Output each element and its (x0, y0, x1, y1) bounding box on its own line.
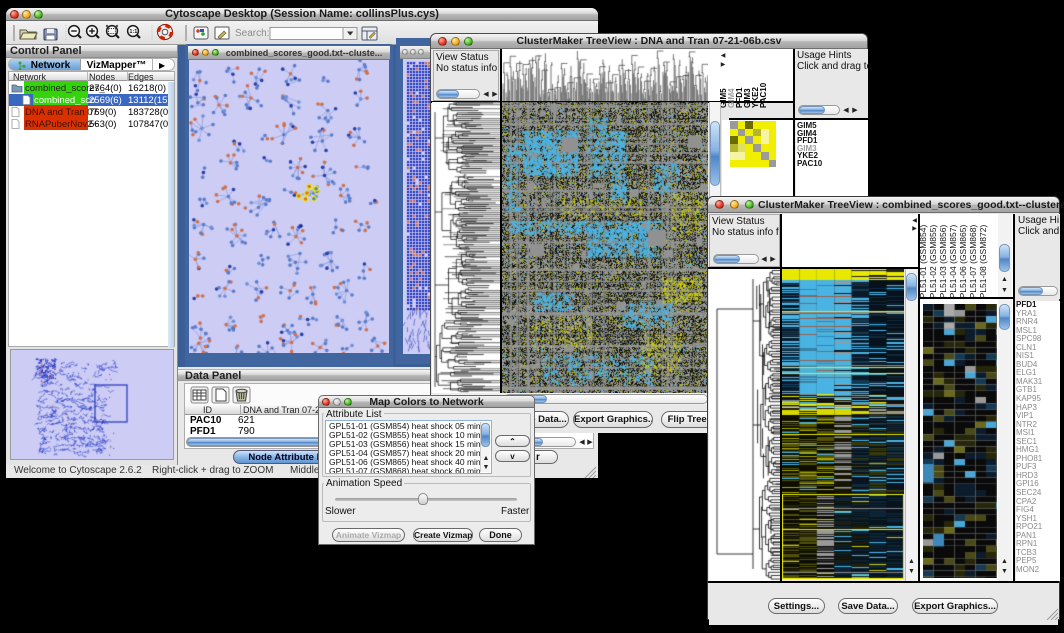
svg-text:Search:: Search: (235, 28, 269, 39)
svg-text:1:1: 1:1 (129, 29, 137, 35)
